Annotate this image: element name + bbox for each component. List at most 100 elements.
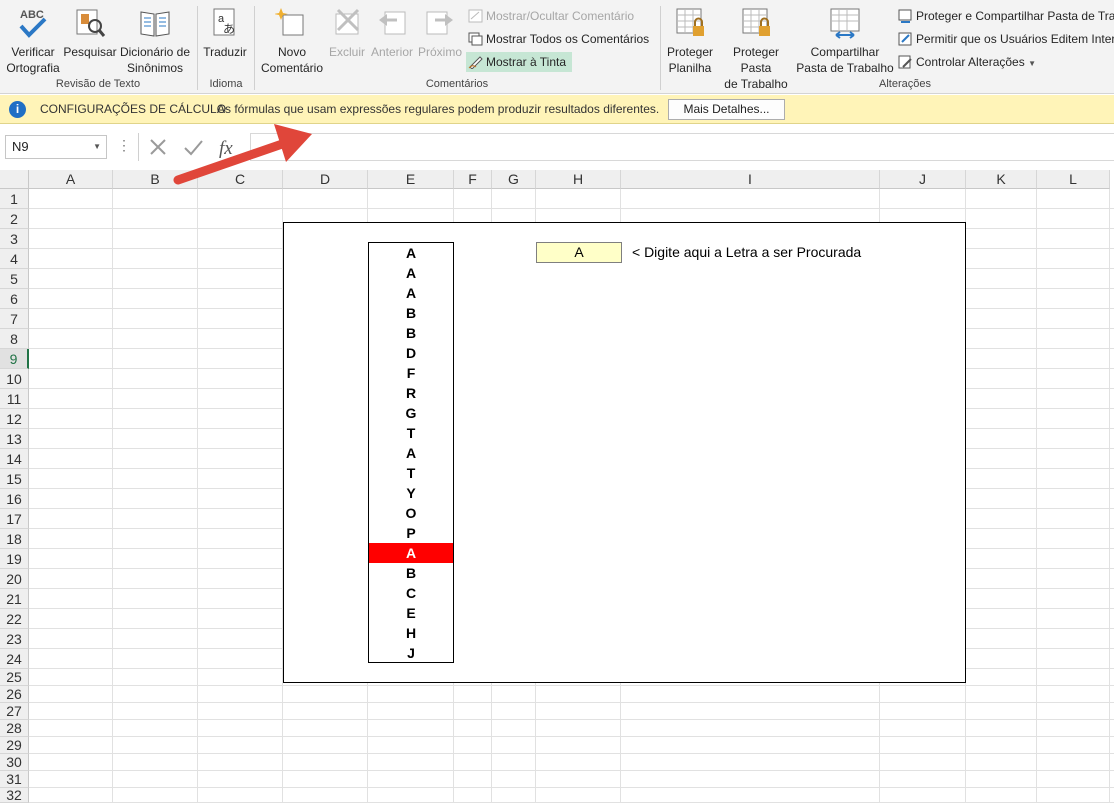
- row-gridline: [29, 736, 1114, 737]
- row-header-10[interactable]: 10: [0, 369, 29, 389]
- row-gridline: [29, 787, 1114, 788]
- more-details-button[interactable]: Mais Detalhes...: [668, 99, 785, 120]
- thesaurus-icon: [140, 11, 170, 37]
- column-header-j[interactable]: J: [880, 170, 966, 189]
- letter-cell[interactable]: R: [369, 383, 453, 403]
- letter-cell[interactable]: D: [369, 343, 453, 363]
- row-header-5[interactable]: 5: [0, 269, 29, 289]
- row-header-23[interactable]: 23: [0, 629, 29, 649]
- chevron-down-icon[interactable]: ▼: [93, 136, 101, 158]
- row-header-6[interactable]: 6: [0, 289, 29, 309]
- letter-cell[interactable]: B: [369, 303, 453, 323]
- row-header-25[interactable]: 25: [0, 669, 29, 686]
- column-header-e[interactable]: E: [368, 170, 454, 189]
- row-header-30[interactable]: 30: [0, 754, 29, 771]
- letter-cell[interactable]: B: [369, 323, 453, 343]
- previous-comment-button[interactable]: Anterior: [368, 6, 416, 60]
- letter-cell[interactable]: A: [369, 443, 453, 463]
- letter-cell[interactable]: A: [369, 243, 453, 263]
- column-header-k[interactable]: K: [966, 170, 1037, 189]
- translate-button[interactable]: a あ Traduzir: [200, 6, 250, 60]
- info-icon: i: [9, 101, 26, 118]
- letter-cell[interactable]: F: [369, 363, 453, 383]
- search-letter-cell[interactable]: A: [536, 242, 622, 263]
- row-header-13[interactable]: 13: [0, 429, 29, 449]
- worksheet-grid[interactable]: ABCDEFGHIJKL 1 2 3 4 5 6 7 8 9 10 11 12 13 14 15 16 17 18…: [0, 170, 1114, 803]
- row-header-21[interactable]: 21: [0, 589, 29, 609]
- letter-cell[interactable]: H: [369, 623, 453, 643]
- protect-sheet-button[interactable]: Proteger Planilha: [664, 6, 716, 76]
- row-header-4[interactable]: 4: [0, 249, 29, 269]
- row-header-7[interactable]: 7: [0, 309, 29, 329]
- row-header-31[interactable]: 31: [0, 771, 29, 788]
- row-header-20[interactable]: 20: [0, 569, 29, 589]
- row-gridline: [29, 719, 1114, 720]
- column-header-i[interactable]: I: [621, 170, 880, 189]
- translate-label: Traduzir: [203, 45, 247, 59]
- column-header-g[interactable]: G: [492, 170, 536, 189]
- annotation-arrow: [173, 124, 312, 185]
- row-header-1[interactable]: 1: [0, 189, 29, 209]
- row-header-12[interactable]: 12: [0, 409, 29, 429]
- letter-cell-highlighted[interactable]: A: [369, 543, 453, 563]
- show-hide-comment-button[interactable]: Mostrar/Ocultar Comentário: [466, 6, 634, 26]
- letter-cell[interactable]: G: [369, 403, 453, 423]
- delete-comment-button[interactable]: Excluir: [328, 6, 366, 60]
- row-header-14[interactable]: 14: [0, 449, 29, 469]
- more-options-icon[interactable]: ⋮: [117, 137, 131, 154]
- row-header-2[interactable]: 2: [0, 209, 29, 229]
- row-header-26[interactable]: 26: [0, 686, 29, 703]
- row-header-28[interactable]: 28: [0, 720, 29, 737]
- show-ink-button[interactable]: Mostrar à Tinta: [466, 52, 573, 72]
- row-header-32[interactable]: 32: [0, 788, 29, 803]
- letter-cell[interactable]: B: [369, 563, 453, 583]
- row-header-8[interactable]: 8: [0, 329, 29, 349]
- protect-share-button[interactable]: Proteger e Compartilhar Pasta de Trab: [896, 6, 1114, 26]
- letter-cell[interactable]: E: [369, 603, 453, 623]
- row-header-19[interactable]: 19: [0, 549, 29, 569]
- column-header-h[interactable]: H: [536, 170, 621, 189]
- letter-list: AAABBDFRGTATYOPABCEHJ: [368, 242, 454, 663]
- spelling-label: Verificar Ortografia: [6, 45, 60, 75]
- allow-edit-ranges-button[interactable]: Permitir que os Usuários Editem Interv: [896, 29, 1114, 49]
- new-comment-label: Novo Comentário: [260, 45, 324, 75]
- next-comment-button[interactable]: Próximo: [416, 6, 464, 60]
- row-header-15[interactable]: 15: [0, 469, 29, 489]
- row-header-22[interactable]: 22: [0, 609, 29, 629]
- show-all-comments-icon: [468, 32, 483, 46]
- thesaurus-button[interactable]: Dicionário de Sinônimos: [118, 6, 192, 76]
- name-box[interactable]: N9 ▼: [5, 135, 107, 159]
- letter-cell[interactable]: T: [369, 463, 453, 483]
- track-changes-button[interactable]: Controlar Alterações ▼: [896, 52, 1036, 72]
- letter-cell[interactable]: Y: [369, 483, 453, 503]
- message-bar-text: As fórmulas que usam expressões regulare…: [217, 102, 660, 116]
- letter-cell[interactable]: A: [369, 283, 453, 303]
- column-header-f[interactable]: F: [454, 170, 492, 189]
- letter-cell[interactable]: J: [369, 643, 453, 663]
- select-all-corner[interactable]: [0, 170, 29, 189]
- row-header-16[interactable]: 16: [0, 489, 29, 509]
- spelling-button[interactable]: ABC Verificar Ortografia: [4, 6, 62, 76]
- share-workbook-button[interactable]: Compartilhar Pasta de Trabalho: [796, 6, 894, 76]
- new-comment-button[interactable]: Novo Comentário: [258, 6, 326, 76]
- row-header-17[interactable]: 17: [0, 509, 29, 529]
- letter-cell[interactable]: T: [369, 423, 453, 443]
- row-header-18[interactable]: 18: [0, 529, 29, 549]
- row-header-29[interactable]: 29: [0, 737, 29, 754]
- column-header-l[interactable]: L: [1037, 170, 1110, 189]
- row-header-9[interactable]: 9: [0, 349, 29, 369]
- column-header-a[interactable]: A: [29, 170, 113, 189]
- research-button[interactable]: Pesquisar: [62, 6, 118, 60]
- row-header-3[interactable]: 3: [0, 229, 29, 249]
- cancel-icon[interactable]: [146, 135, 170, 159]
- row-header-11[interactable]: 11: [0, 389, 29, 409]
- formula-input[interactable]: [250, 133, 1114, 161]
- column-gridline: [197, 189, 198, 803]
- row-header-27[interactable]: 27: [0, 703, 29, 720]
- letter-cell[interactable]: A: [369, 263, 453, 283]
- row-header-24[interactable]: 24: [0, 649, 29, 669]
- letter-cell[interactable]: C: [369, 583, 453, 603]
- show-all-comments-button[interactable]: Mostrar Todos os Comentários: [466, 29, 649, 49]
- letter-cell[interactable]: O: [369, 503, 453, 523]
- letter-cell[interactable]: P: [369, 523, 453, 543]
